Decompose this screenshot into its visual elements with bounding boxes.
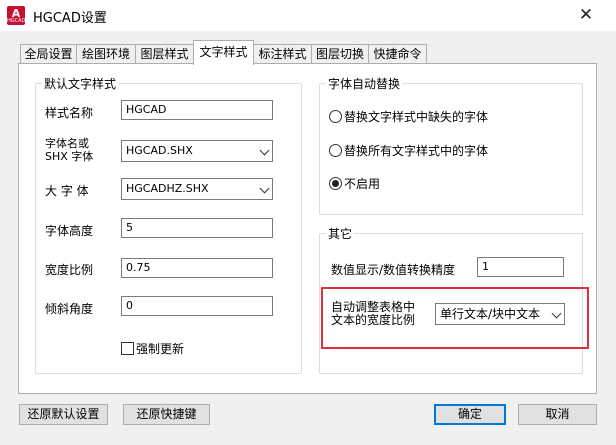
tab-drawing-environment[interactable]: 绘图环境 <box>76 44 136 64</box>
group-title: 其它 <box>326 225 355 242</box>
font-height-input[interactable]: 5 <box>121 218 273 238</box>
chevron-down-icon <box>259 145 270 156</box>
radio-replace-all-label: 替换所有文字样式中的字体 <box>344 144 489 158</box>
auto-adjust-label: 自动调整表格中 文本的宽度比例 <box>331 300 416 327</box>
force-update-checkbox[interactable] <box>121 342 134 355</box>
oblique-angle-label: 倾斜角度 <box>45 302 94 316</box>
tab-panel: 默认文字样式 样式名称 HGCAD 字体名或 SHX 字体 HGCAD.SHX 大… <box>18 63 597 394</box>
width-ratio-input[interactable]: 0.75 <box>121 258 273 278</box>
chevron-down-icon <box>551 308 562 319</box>
ok-button[interactable]: 确定 <box>434 404 506 425</box>
cancel-button[interactable]: 取消 <box>518 404 597 425</box>
restore-shortcuts-button[interactable]: 还原快捷键 <box>123 404 210 425</box>
radio-disable[interactable] <box>329 177 342 190</box>
big-font-label: 大 字 体 <box>45 184 89 198</box>
radio-replace-missing[interactable] <box>329 110 342 123</box>
oblique-angle-input[interactable]: 0 <box>121 296 273 316</box>
tab-dimension-style[interactable]: 标注样式 <box>253 44 312 64</box>
precision-input[interactable]: 1 <box>477 257 564 277</box>
style-name-input[interactable]: HGCAD <box>121 100 273 120</box>
window-title: HGCAD设置 <box>33 11 107 26</box>
tab-global-settings[interactable]: 全局设置 <box>20 44 77 64</box>
auto-adjust-combo[interactable]: 单行文本/块中文本 <box>435 303 565 325</box>
tab-layer-style[interactable]: 图层样式 <box>135 44 194 64</box>
style-name-label: 样式名称 <box>45 106 94 120</box>
font-name-combo[interactable]: HGCAD.SHX <box>121 140 273 162</box>
radio-replace-missing-label: 替换文字样式中缺失的字体 <box>344 110 489 124</box>
group-title: 默认文字样式 <box>42 75 119 92</box>
font-height-label: 字体高度 <box>45 224 94 238</box>
force-update-label: 强制更新 <box>136 342 185 356</box>
big-font-combo[interactable]: HGCADHZ.SHX <box>121 178 273 200</box>
app-icon: A HGCAD <box>7 6 26 25</box>
tab-text-style[interactable]: 文字样式 <box>193 40 254 65</box>
radio-replace-all[interactable] <box>329 144 342 157</box>
restore-defaults-button[interactable]: 还原默认设置 <box>19 404 108 425</box>
radio-disable-label: 不启用 <box>344 177 381 191</box>
group-title: 字体自动替换 <box>326 75 403 92</box>
tab-shortcut-commands[interactable]: 快捷命令 <box>368 44 427 64</box>
close-icon[interactable]: ✕ <box>573 2 599 28</box>
precision-label: 数值显示/数值转换精度 <box>331 263 456 277</box>
font-name-label: 字体名或 SHX 字体 <box>45 137 94 163</box>
tab-layer-switch[interactable]: 图层切换 <box>311 44 369 64</box>
chevron-down-icon <box>259 183 270 194</box>
width-ratio-label: 宽度比例 <box>45 263 94 277</box>
